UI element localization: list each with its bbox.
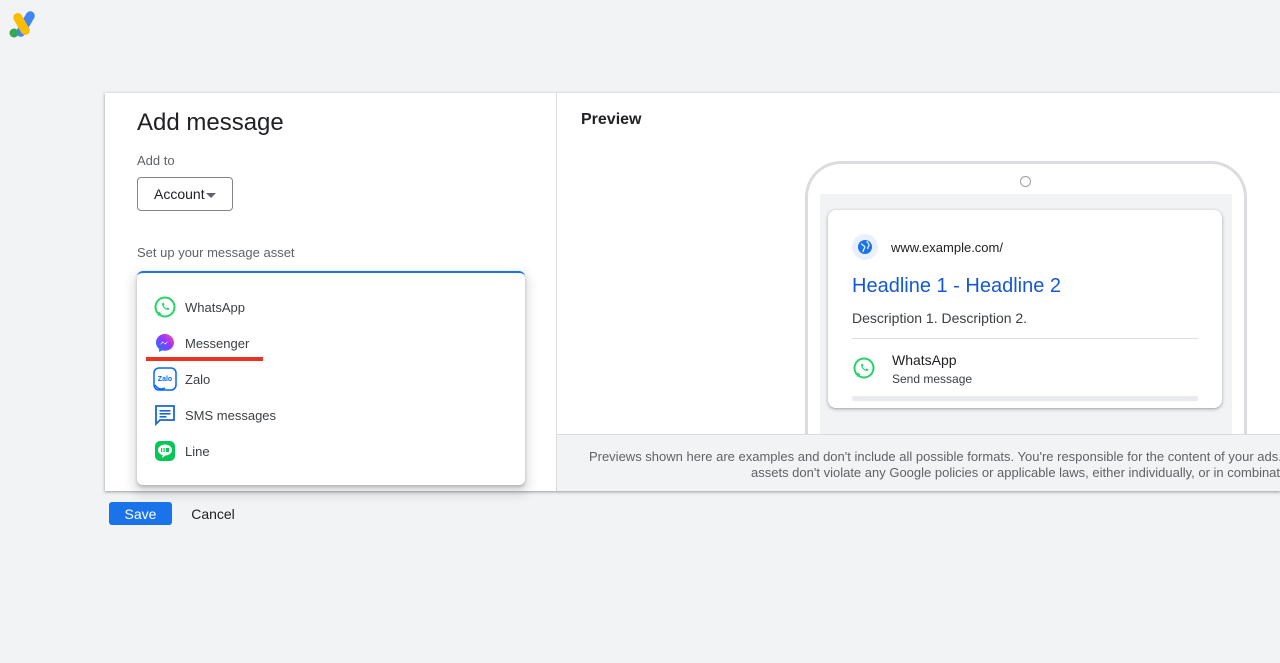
option-whatsapp[interactable]: WhatsApp [137, 289, 525, 325]
option-label: Line [185, 443, 210, 459]
message-extension-title: WhatsApp [892, 352, 957, 368]
zalo-icon: Zalo [153, 367, 177, 391]
option-label: Messenger [185, 335, 250, 351]
whatsapp-icon [154, 296, 176, 318]
cancel-button[interactable]: Cancel [186, 502, 240, 525]
dialog-title: Add message [137, 109, 284, 136]
option-sms[interactable]: SMS messages [137, 397, 525, 433]
divider [852, 338, 1198, 339]
line-icon [155, 441, 175, 461]
add-to-label: Add to [137, 153, 175, 168]
option-label: SMS messages [185, 407, 277, 423]
option-label: WhatsApp [185, 299, 245, 315]
preview-disclaimer: Previews shown here are examples and don… [557, 434, 1280, 491]
ad-description: Description 1. Description 2. [852, 310, 1028, 326]
ad-url: www.example.com/ [891, 240, 1003, 255]
phone-mockup: www.example.com/ Headline 1 - Headline 2… [805, 161, 1247, 454]
disclaimer-line-2: assets don't violate any Google policies… [751, 465, 1280, 480]
sms-icon [155, 405, 175, 427]
option-zalo[interactable]: Zalo Zalo [137, 361, 525, 397]
disclaimer-line-1: Previews shown here are examples and don… [588, 449, 1280, 464]
globe-icon [852, 234, 878, 260]
option-messenger[interactable]: Messenger [137, 325, 525, 361]
preview-title: Preview [581, 111, 642, 128]
option-line[interactable]: Line [137, 433, 525, 469]
message-extension-subtitle: Send message [892, 372, 973, 386]
form-pane: Add message Add to Account Set up your m… [105, 93, 557, 491]
add-to-select[interactable]: Account [137, 177, 233, 211]
placeholder-bar [852, 396, 1198, 401]
google-ads-logo-icon [9, 11, 35, 38]
whatsapp-icon [853, 357, 875, 379]
svg-text:Zalo: Zalo [158, 376, 172, 383]
messenger-icon [156, 334, 174, 352]
phone-screen: www.example.com/ Headline 1 - Headline 2… [820, 194, 1232, 454]
setup-label: Set up your message asset [137, 245, 295, 260]
add-message-dialog: Add message Add to Account Set up your m… [105, 93, 1280, 491]
ad-preview-card: www.example.com/ Headline 1 - Headline 2… [828, 210, 1222, 408]
option-label: Zalo [185, 371, 211, 387]
caret-down-icon [206, 193, 216, 198]
ad-headline: Headline 1 - Headline 2 [852, 275, 1062, 297]
preview-pane: Preview www.example.com/ Headline 1 - He… [557, 93, 1280, 491]
add-to-value: Account [154, 186, 205, 202]
save-button[interactable]: Save [109, 502, 172, 525]
message-type-dropdown: WhatsApp Messenger Zalo Zalo SMS message… [137, 271, 525, 485]
camera-icon [1020, 176, 1031, 187]
